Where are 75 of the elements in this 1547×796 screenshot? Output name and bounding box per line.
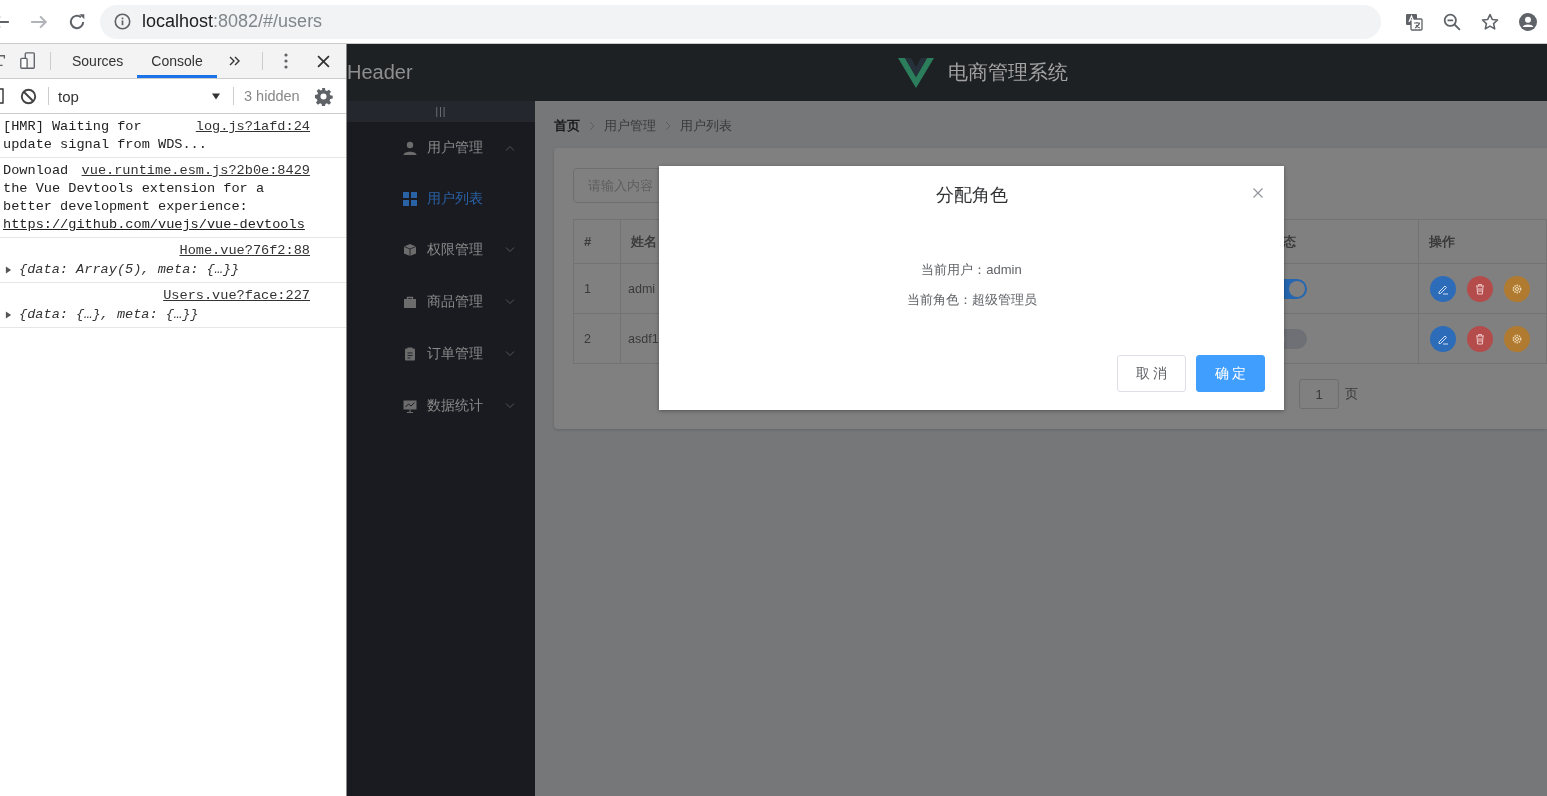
devtools-tab[interactable]: Sources <box>58 44 138 78</box>
chevron-down-icon <box>505 351 515 357</box>
bag-icon <box>403 295 417 309</box>
console-message: update signal from WDS... <box>3 137 207 152</box>
trash-icon <box>1474 282 1486 295</box>
address-bar[interactable]: localhost:8082/#/users <box>100 4 1381 39</box>
column-header: 操作 <box>1419 220 1547 264</box>
grid-icon <box>403 192 417 206</box>
star-icon[interactable] <box>1481 12 1499 31</box>
app-title: 电商管理系统 <box>947 60 1068 85</box>
user-icon <box>403 141 417 155</box>
settings-icon[interactable] <box>313 86 333 106</box>
delete-button[interactable] <box>1467 275 1493 302</box>
cube-icon <box>403 243 417 257</box>
caret-icon <box>212 92 220 100</box>
menu-item[interactable]: 订单管理 <box>347 328 535 380</box>
zoom-out-icon[interactable] <box>1443 12 1461 31</box>
source-link[interactable]: log.js?1afd:24 <box>195 118 310 136</box>
info-icon[interactable] <box>114 13 131 30</box>
console-message: better development experience: <box>3 199 248 214</box>
table-cell: 2 <box>574 314 621 364</box>
menu-item[interactable]: 商品管理 <box>347 276 535 328</box>
menu-item[interactable]: 数据统计 <box>347 380 535 432</box>
context-select[interactable]: top <box>56 87 226 105</box>
page-suffix: 页 <box>1345 385 1358 403</box>
more-tabs-icon[interactable] <box>228 55 241 67</box>
source-link[interactable]: Home.vue?76f2:88 <box>179 242 310 260</box>
translate-icon[interactable] <box>1405 12 1423 31</box>
table-cell: 1 <box>574 264 621 314</box>
chevron-up-icon <box>505 145 515 151</box>
trash-icon <box>1474 332 1486 345</box>
breadcrumb-separator-icon <box>589 121 595 131</box>
chart-board-icon <box>403 399 417 413</box>
dialog-title: 分配角色 <box>935 184 1008 206</box>
settings-button[interactable] <box>1504 275 1530 302</box>
settings-button[interactable] <box>1504 325 1530 352</box>
console-message: the Vue Devtools extension for a <box>3 181 265 196</box>
clear-console-icon[interactable] <box>20 87 37 105</box>
delete-button[interactable] <box>1467 325 1493 352</box>
clipboard-icon <box>403 347 417 361</box>
gear-icon <box>1511 332 1523 345</box>
console-object[interactable]: {data: Array(5), meta: {…}} <box>19 261 240 279</box>
chevron-down-icon <box>505 247 515 253</box>
console-message: Download <box>3 162 69 180</box>
device-toggle-icon[interactable] <box>19 52 37 70</box>
header-label: Header <box>347 61 413 84</box>
edit-button[interactable] <box>1430 325 1456 352</box>
edit-button[interactable] <box>1430 275 1456 302</box>
devtools-tab[interactable]: Console <box>137 44 217 78</box>
reload-icon[interactable] <box>68 12 86 31</box>
devtools-link[interactable]: https://github.com/vuejs/vue-devtools <box>3 217 305 232</box>
breadcrumb-separator-icon <box>665 121 671 131</box>
console-message: [HMR] Waiting for <box>3 118 142 136</box>
kebab-menu-icon[interactable] <box>283 53 288 69</box>
chevron-down-icon <box>505 299 515 305</box>
chevron-down-icon <box>505 403 515 409</box>
menu-item[interactable]: 用户管理 <box>347 122 535 174</box>
profile-icon[interactable] <box>1519 12 1537 31</box>
cancel-button[interactable]: 取 消 <box>1117 355 1186 392</box>
column-header: # <box>574 220 621 264</box>
source-link[interactable]: vue.runtime.esm.js?2b0e:8429 <box>81 162 310 180</box>
expand-triangle-icon[interactable] <box>5 266 12 274</box>
gear-icon <box>1511 282 1523 295</box>
dialog-text: 当前角色：超级管理员 <box>906 292 1037 308</box>
hidden-count: 3 hidden <box>244 88 300 104</box>
source-link[interactable]: Users.vue?face:227 <box>163 287 310 305</box>
close-icon[interactable] <box>316 54 330 68</box>
console-object[interactable]: {data: {…}, meta: {…}} <box>19 306 199 324</box>
dialog-text: 当前用户：admin <box>921 262 1022 278</box>
menu-item[interactable]: 权限管理 <box>347 224 535 276</box>
breadcrumb-item[interactable]: 首页 <box>554 117 580 135</box>
v-logo-icon <box>897 57 934 88</box>
sidebar-toggle-icon[interactable] <box>0 88 4 104</box>
expand-triangle-icon[interactable] <box>5 311 12 319</box>
collapse-toggle[interactable]: ||| <box>347 101 535 122</box>
